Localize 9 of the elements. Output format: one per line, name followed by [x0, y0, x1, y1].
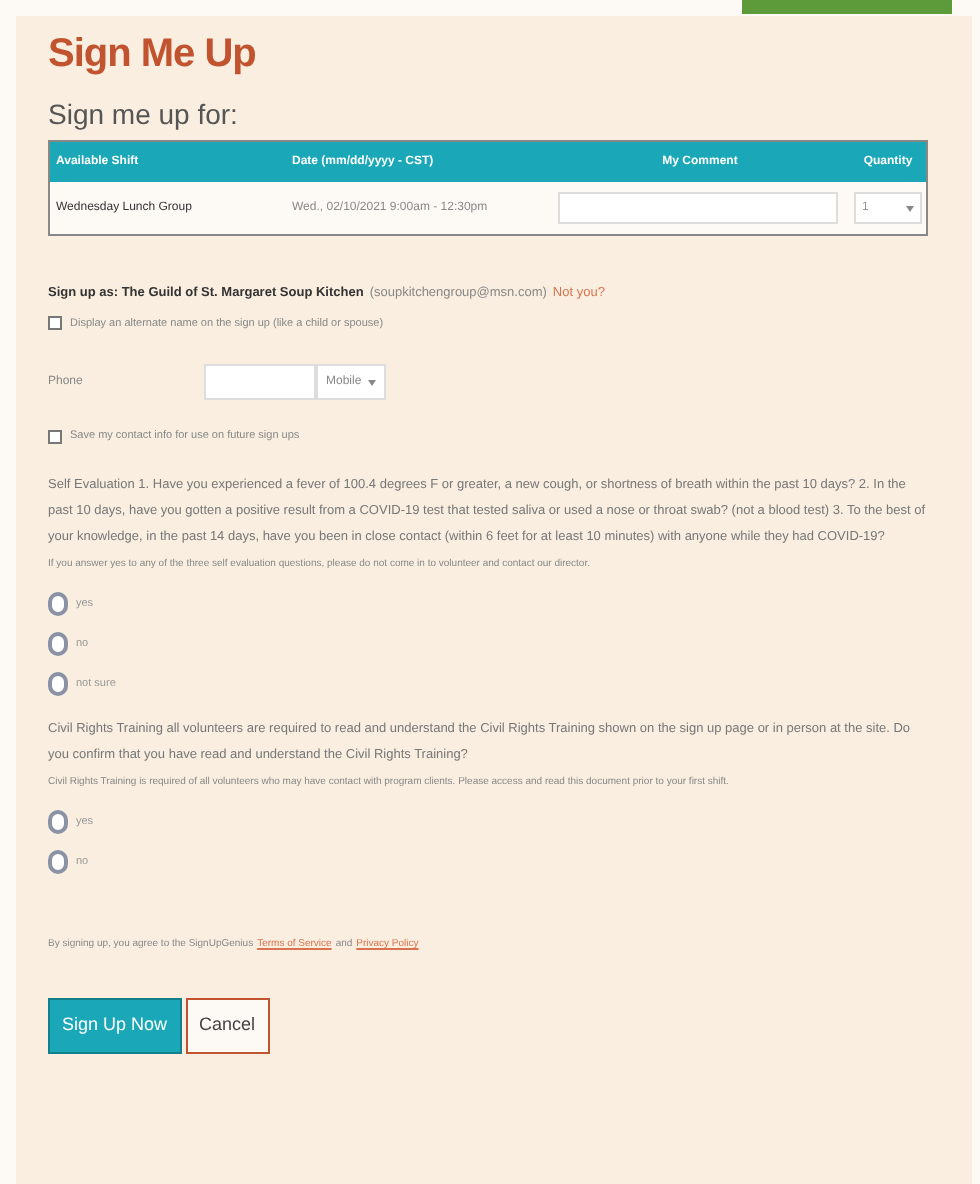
comment-field[interactable]: [558, 192, 838, 224]
caret-icon: [906, 205, 914, 211]
phone-field[interactable]: [204, 364, 316, 400]
page-title: Sign Me Up: [48, 30, 258, 80]
section-heading: Sign me up for:: [48, 96, 240, 132]
checkbox[interactable]: [48, 316, 62, 331]
caret-icon: [367, 379, 376, 385]
cancel-button[interactable]: Cancel: [185, 997, 270, 1054]
sign-up-button[interactable]: Sign Up Now: [48, 997, 182, 1054]
